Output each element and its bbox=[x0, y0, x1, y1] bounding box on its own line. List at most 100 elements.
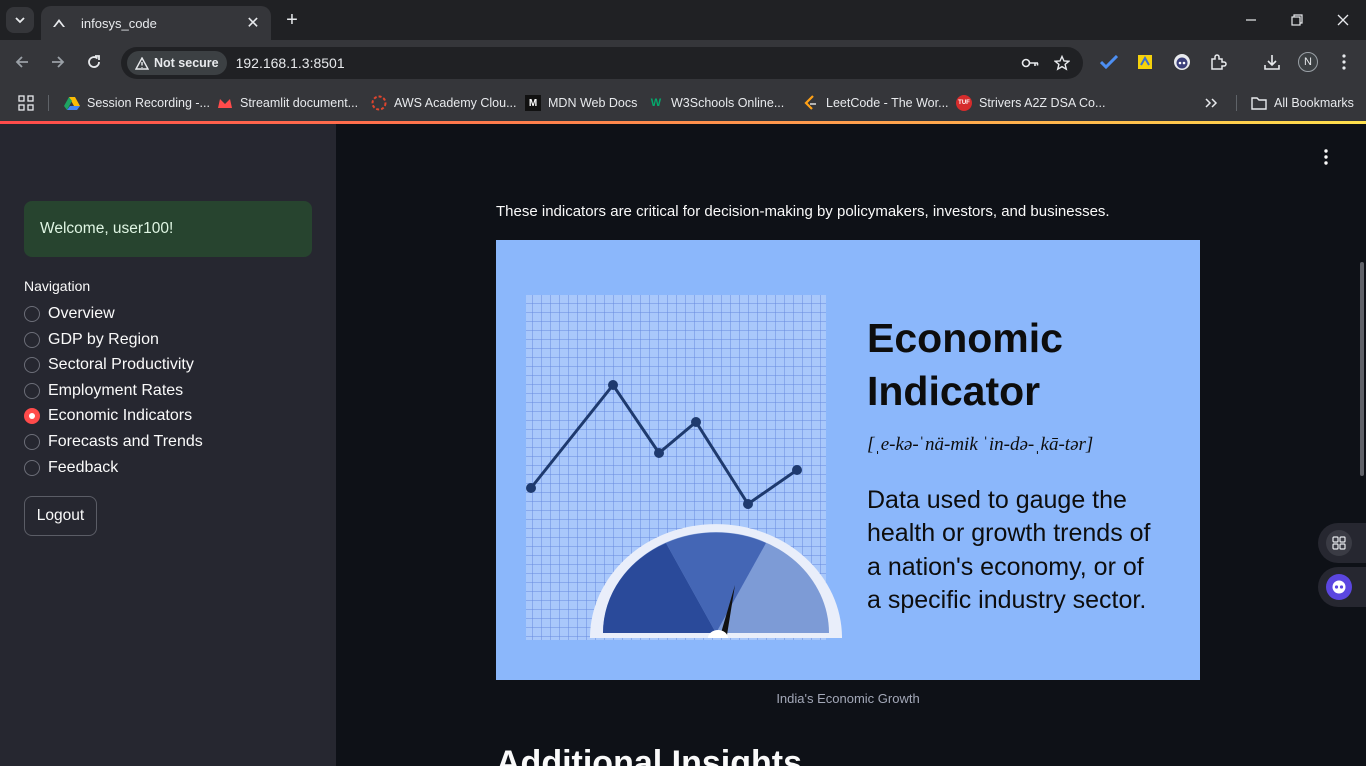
security-label: Not secure bbox=[154, 56, 219, 70]
radio-button[interactable] bbox=[24, 460, 40, 476]
nav-option-sectoral-productivity[interactable]: Sectoral Productivity bbox=[24, 354, 194, 376]
key-icon[interactable] bbox=[1019, 52, 1041, 74]
hero-definition-line3: a nation's economy, or of bbox=[867, 553, 1144, 581]
nav-option-label: GDP by Region bbox=[48, 331, 159, 348]
assistant-icon bbox=[1326, 574, 1352, 600]
yellow-extension-icon[interactable] bbox=[1134, 51, 1156, 73]
hero-definition-line4: a specific industry sector. bbox=[867, 586, 1146, 614]
bookmarks-divider bbox=[48, 95, 49, 111]
welcome-text: Welcome, user100! bbox=[40, 220, 174, 237]
folder-icon bbox=[1251, 95, 1267, 111]
bookmark-label: MDN Web Docs bbox=[548, 96, 638, 110]
browser-tab[interactable]: infosys_code ✕ bbox=[41, 6, 271, 40]
floating-grid-button[interactable] bbox=[1318, 523, 1366, 563]
sidebar: Welcome, user100! Navigation Overview GD… bbox=[0, 124, 336, 766]
hero-pronunciation: [ˌe-kə-ˈnä-mik ˈin-də-ˌkā-tər] bbox=[867, 434, 1093, 455]
forward-icon[interactable] bbox=[46, 50, 70, 74]
radio-button[interactable] bbox=[24, 357, 40, 373]
address-bar[interactable]: Not secure 192.168.1.3:8501 bbox=[121, 47, 1083, 79]
ghost-extension-icon[interactable] bbox=[1171, 51, 1193, 73]
checkmark-extension-icon[interactable] bbox=[1098, 51, 1120, 73]
bookmark-mdn[interactable]: M MDN Web Docs bbox=[525, 92, 637, 114]
url-text[interactable]: 192.168.1.3:8501 bbox=[236, 55, 1019, 71]
tuf-logo-icon: TUF bbox=[956, 95, 972, 111]
w3schools-logo-icon: W bbox=[650, 97, 662, 109]
restore-icon[interactable] bbox=[1285, 8, 1309, 32]
bookmark-label: AWS Academy Clou... bbox=[394, 96, 517, 110]
close-tab-icon[interactable]: ✕ bbox=[243, 13, 263, 33]
bookmark-label: Strivers A2Z DSA Co... bbox=[979, 96, 1106, 110]
bookmark-label: W3Schools Online... bbox=[671, 96, 785, 110]
welcome-banner: Welcome, user100! bbox=[24, 201, 312, 257]
bookmark-label: LeetCode - The Wor... bbox=[826, 96, 949, 110]
aws-academy-icon bbox=[371, 95, 387, 111]
app-menu-icon[interactable] bbox=[1318, 146, 1334, 168]
leetcode-logo-icon bbox=[803, 95, 819, 111]
all-bookmarks-label: All Bookmarks bbox=[1274, 96, 1354, 110]
bookmark-label: Session Recording -... bbox=[87, 96, 210, 110]
bookmark-session-recording[interactable]: Session Recording -... bbox=[64, 92, 210, 114]
floating-assistant-button[interactable] bbox=[1318, 567, 1366, 607]
bookmarks-divider bbox=[1236, 95, 1237, 111]
nav-option-label: Sectoral Productivity bbox=[48, 356, 194, 373]
security-chip[interactable]: Not secure bbox=[127, 51, 227, 75]
nav-option-economic-indicators[interactable]: Economic Indicators bbox=[24, 405, 192, 427]
download-icon[interactable] bbox=[1261, 51, 1283, 73]
streamlit-crown-icon bbox=[217, 95, 233, 111]
bookmark-leetcode[interactable]: LeetCode - The Wor... bbox=[803, 92, 949, 114]
intro-text: These indicators are critical for decisi… bbox=[496, 203, 1110, 220]
nav-option-gdp-by-region[interactable]: GDP by Region bbox=[24, 329, 159, 351]
mdn-logo-icon: M bbox=[525, 95, 541, 111]
close-window-icon[interactable] bbox=[1331, 8, 1355, 32]
google-drive-icon bbox=[64, 95, 80, 111]
radio-button[interactable] bbox=[24, 306, 40, 322]
profile-avatar[interactable]: N bbox=[1297, 51, 1319, 73]
main-scrollbar[interactable] bbox=[1360, 262, 1364, 476]
bookmark-aws-academy[interactable]: AWS Academy Clou... bbox=[371, 92, 517, 114]
economic-indicator-image: Economic Indicator [ˌe-kə-ˈnä-mik ˈin-də… bbox=[496, 240, 1200, 680]
nav-option-label: Feedback bbox=[48, 459, 119, 476]
apps-grid-icon[interactable] bbox=[18, 92, 34, 114]
profile-initial: N bbox=[1298, 52, 1318, 72]
radio-button-selected[interactable] bbox=[24, 408, 40, 424]
warning-icon bbox=[135, 56, 149, 70]
nav-option-label: Overview bbox=[48, 305, 115, 322]
nav-option-overview[interactable]: Overview bbox=[24, 303, 115, 325]
navigation-label: Navigation bbox=[24, 278, 91, 294]
bookmark-w3schools[interactable]: W W3Schools Online... bbox=[648, 92, 784, 114]
bookmark-strivers[interactable]: TUF Strivers A2Z DSA Co... bbox=[956, 92, 1105, 114]
browser-menu-icon[interactable] bbox=[1333, 51, 1355, 73]
nav-option-feedback[interactable]: Feedback bbox=[24, 457, 118, 479]
nav-option-forecasts-and-trends[interactable]: Forecasts and Trends bbox=[24, 431, 203, 453]
bookmark-streamlit-docs[interactable]: Streamlit document... bbox=[217, 92, 358, 114]
bookmark-star-icon[interactable] bbox=[1051, 52, 1073, 74]
nav-option-label: Economic Indicators bbox=[48, 407, 193, 424]
bookmarks-bar: Session Recording -... Streamlit documen… bbox=[0, 85, 1366, 121]
section-heading: Additional Insights bbox=[496, 744, 802, 766]
economic-indicator-illustration: Economic Indicator [ˌe-kə-ˈnä-mik ˈin-də… bbox=[526, 295, 1151, 640]
hero-heading-line2: Indicator bbox=[867, 368, 1040, 414]
hero-heading-line1: Economic bbox=[867, 315, 1063, 361]
nav-option-employment-rates[interactable]: Employment Rates bbox=[24, 380, 183, 402]
hero-definition-line1: Data used to gauge the bbox=[867, 486, 1127, 514]
grid-icon bbox=[1326, 530, 1352, 556]
reload-icon[interactable] bbox=[82, 50, 106, 74]
streamlit-favicon-icon bbox=[51, 15, 67, 31]
logout-button[interactable]: Logout bbox=[24, 496, 97, 536]
main-content: These indicators are critical for decisi… bbox=[336, 124, 1366, 766]
new-tab-button[interactable]: + bbox=[281, 9, 303, 31]
browser-tabstrip: infosys_code ✕ + bbox=[0, 0, 1366, 40]
image-caption: India's Economic Growth bbox=[776, 691, 920, 706]
back-icon[interactable] bbox=[10, 50, 34, 74]
hero-definition-line2: health or growth trends of bbox=[867, 519, 1151, 547]
minimize-icon[interactable] bbox=[1239, 8, 1263, 32]
more-bookmarks-icon[interactable] bbox=[1204, 92, 1218, 114]
nav-option-label: Forecasts and Trends bbox=[48, 433, 203, 450]
extensions-puzzle-icon[interactable] bbox=[1207, 51, 1229, 73]
radio-button[interactable] bbox=[24, 332, 40, 348]
all-bookmarks-button[interactable]: All Bookmarks bbox=[1251, 92, 1354, 114]
radio-button[interactable] bbox=[24, 434, 40, 450]
bookmark-label: Streamlit document... bbox=[240, 96, 359, 110]
radio-button[interactable] bbox=[24, 383, 40, 399]
tab-search-button[interactable] bbox=[6, 7, 34, 33]
